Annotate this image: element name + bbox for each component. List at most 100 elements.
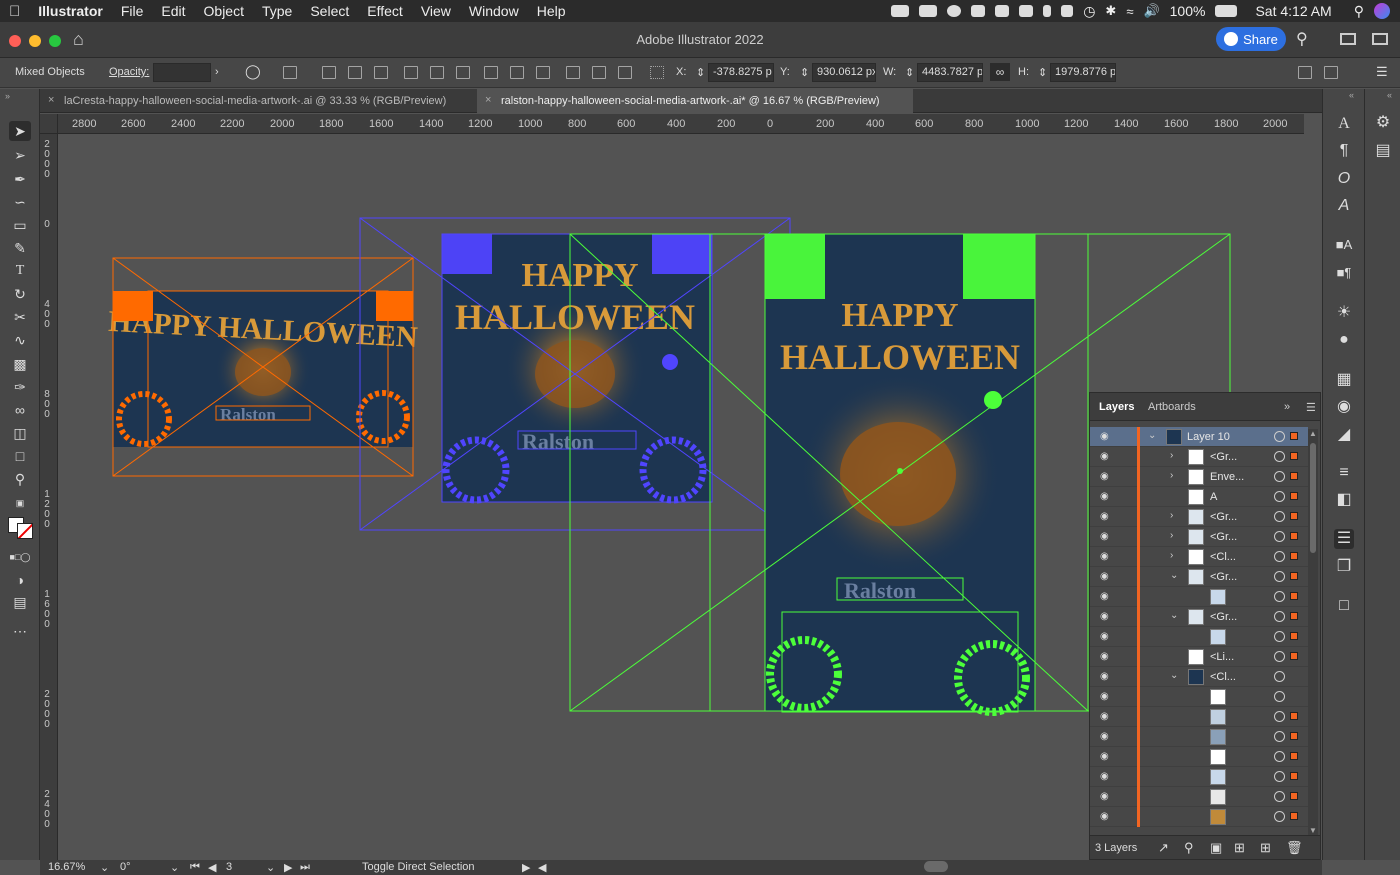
target-icon[interactable] <box>1274 431 1285 442</box>
trash-icon[interactable]: 🗑 <box>1286 840 1303 856</box>
apple-icon[interactable]:  <box>0 3 29 20</box>
target-icon[interactable] <box>1274 731 1285 742</box>
visibility-eye-icon[interactable]: ◉ <box>1100 791 1109 802</box>
distribute-hcenter-icon[interactable] <box>592 66 606 79</box>
rotate-dropdown-icon[interactable]: ⌄ <box>170 861 179 874</box>
dock-collapse-icon[interactable]: « <box>1387 90 1392 100</box>
layers-panel-icon[interactable]: ☰ <box>1334 529 1354 549</box>
close-tab-icon[interactable]: × <box>48 94 54 106</box>
artboard-dropdown-icon[interactable]: ⌄ <box>266 861 275 874</box>
artboard-number[interactable]: 3 <box>226 861 232 873</box>
menu-select[interactable]: Select <box>301 3 358 19</box>
distribute-top-icon[interactable] <box>484 66 498 79</box>
color-mode-icon[interactable]: ■□◯ <box>9 547 31 567</box>
locate-object-icon[interactable]: ⚲ <box>1184 840 1194 856</box>
y-field[interactable]: 930.0612 px <box>812 63 876 82</box>
layer-row[interactable]: ◉ ⌄ <Cl... <box>1090 667 1308 687</box>
battery-icon[interactable] <box>1215 5 1238 17</box>
visibility-eye-icon[interactable]: ◉ <box>1100 551 1109 562</box>
layer-name[interactable]: A <box>1210 491 1217 503</box>
gradient-tool-icon[interactable]: ▩ <box>9 354 31 374</box>
scroll-down-icon[interactable]: ▼ <box>1309 826 1317 835</box>
layer-row[interactable]: ◉ <box>1090 807 1308 827</box>
paragraph-panel-icon[interactable]: ¶ <box>1334 141 1354 161</box>
swatches-panel-icon[interactable]: ▦ <box>1334 370 1354 390</box>
layer-row[interactable]: ◉ <box>1090 707 1308 727</box>
next-artboard-icon[interactable]: ▶ <box>284 861 292 874</box>
expand-arrow-icon[interactable]: › <box>1170 450 1173 461</box>
selection-indicator[interactable] <box>1290 512 1298 520</box>
spotlight-search-icon[interactable]: ⚲ <box>1354 3 1364 20</box>
selection-indicator[interactable] <box>1290 432 1298 440</box>
menu-help[interactable]: Help <box>528 3 575 19</box>
prev-artboard-icon[interactable]: ◀ <box>208 861 216 874</box>
layer-name[interactable]: <Gr... <box>1210 531 1237 543</box>
transform-icon[interactable] <box>1298 66 1312 79</box>
pen-tool-icon[interactable]: ✒ <box>9 169 31 189</box>
layer-name[interactable]: <Gr... <box>1210 571 1237 583</box>
toolbar-collapse-icon[interactable]: » <box>5 91 10 101</box>
comments-panel-icon[interactable]: □ <box>1334 596 1354 616</box>
selection-indicator[interactable] <box>1290 632 1298 640</box>
color-panel-icon[interactable]: ◉ <box>1334 397 1354 417</box>
selection-indicator[interactable] <box>1290 712 1298 720</box>
arrange-documents-icon[interactable] <box>1340 33 1356 45</box>
rotate-tool-icon[interactable]: ↻ <box>9 284 31 304</box>
selection-indicator[interactable] <box>1290 592 1298 600</box>
type-tool-icon[interactable]: T <box>9 261 31 281</box>
properties-panel-icon[interactable]: ⚙ <box>1373 113 1393 133</box>
first-artboard-icon[interactable]: ⏮ <box>190 861 200 874</box>
horizontal-scroll-thumb[interactable] <box>924 861 948 872</box>
target-icon[interactable] <box>1274 591 1285 602</box>
visibility-eye-icon[interactable]: ◉ <box>1100 811 1109 822</box>
dock-collapse-icon[interactable]: « <box>1349 90 1354 100</box>
expand-arrow-icon[interactable]: › <box>1170 550 1173 561</box>
control-menu-icon[interactable]: ☰ <box>1376 64 1388 80</box>
reference-point-icon[interactable] <box>650 66 664 79</box>
screen-mode-icon[interactable]: ▤ <box>9 592 31 612</box>
opacity-label[interactable]: Opacity: <box>109 66 149 78</box>
draw-mode-icon[interactable]: ◑ <box>9 570 31 590</box>
eyedropper-tool-icon[interactable]: ✑ <box>9 377 31 397</box>
target-icon[interactable] <box>1274 771 1285 782</box>
lock-icon[interactable] <box>1043 5 1052 17</box>
layer-row[interactable]: ◉ ⌄ Layer 10 <box>1090 427 1308 447</box>
visibility-eye-icon[interactable]: ◉ <box>1100 611 1109 622</box>
layer-row[interactable]: ◉ ⌄ <Gr... <box>1090 567 1308 587</box>
target-icon[interactable] <box>1274 511 1285 522</box>
siri-icon[interactable] <box>1374 3 1390 19</box>
cloud-icon[interactable] <box>891 5 910 17</box>
layer-name[interactable]: <Gr... <box>1210 511 1237 523</box>
layer-name[interactable]: <Li... <box>1210 651 1234 663</box>
align-top-icon[interactable] <box>404 66 418 79</box>
target-icon[interactable] <box>1274 691 1285 702</box>
glyphs-panel-icon[interactable]: A <box>1334 196 1354 216</box>
selection-indicator[interactable] <box>1290 492 1298 500</box>
shape-builder-tool-icon[interactable]: ◫ <box>9 423 31 443</box>
target-icon[interactable] <box>1274 751 1285 762</box>
search-icon[interactable]: ⚲ <box>1296 29 1308 49</box>
align-to-icon[interactable] <box>283 66 297 79</box>
stroke-panel-icon[interactable]: ≡ <box>1334 463 1354 483</box>
opacity-expand-icon[interactable]: › <box>215 66 219 78</box>
visibility-eye-icon[interactable]: ◉ <box>1100 491 1109 502</box>
layer-row[interactable]: ◉ <box>1090 627 1308 647</box>
direct-selection-tool-icon[interactable]: ➢ <box>9 145 31 165</box>
isolate-icon[interactable] <box>1324 66 1338 79</box>
target-icon[interactable] <box>1274 631 1285 642</box>
selection-indicator[interactable] <box>1290 752 1298 760</box>
selection-indicator[interactable] <box>1290 732 1298 740</box>
x-stepper-icon[interactable]: ⇕ <box>696 66 705 79</box>
distribute-right-icon[interactable] <box>618 66 632 79</box>
target-icon[interactable] <box>1274 811 1285 822</box>
layers-scrollbar[interactable]: ▲ ▼ <box>1308 429 1318 835</box>
target-icon[interactable] <box>1274 571 1285 582</box>
h-field[interactable]: 1979.8776 p <box>1050 63 1116 82</box>
layer-row[interactable]: ◉ › <Gr... <box>1090 507 1308 527</box>
clock[interactable]: Sat 4:12 AM <box>1255 3 1331 19</box>
selection-tool-icon[interactable]: ➤ <box>9 121 31 141</box>
scroll-thumb[interactable] <box>1310 443 1316 553</box>
bluetooth-icon[interactable]: ✱ <box>1105 3 1116 19</box>
layer-row[interactable]: ◉ <box>1090 587 1308 607</box>
recolor-icon[interactable]: ◯ <box>245 63 261 80</box>
